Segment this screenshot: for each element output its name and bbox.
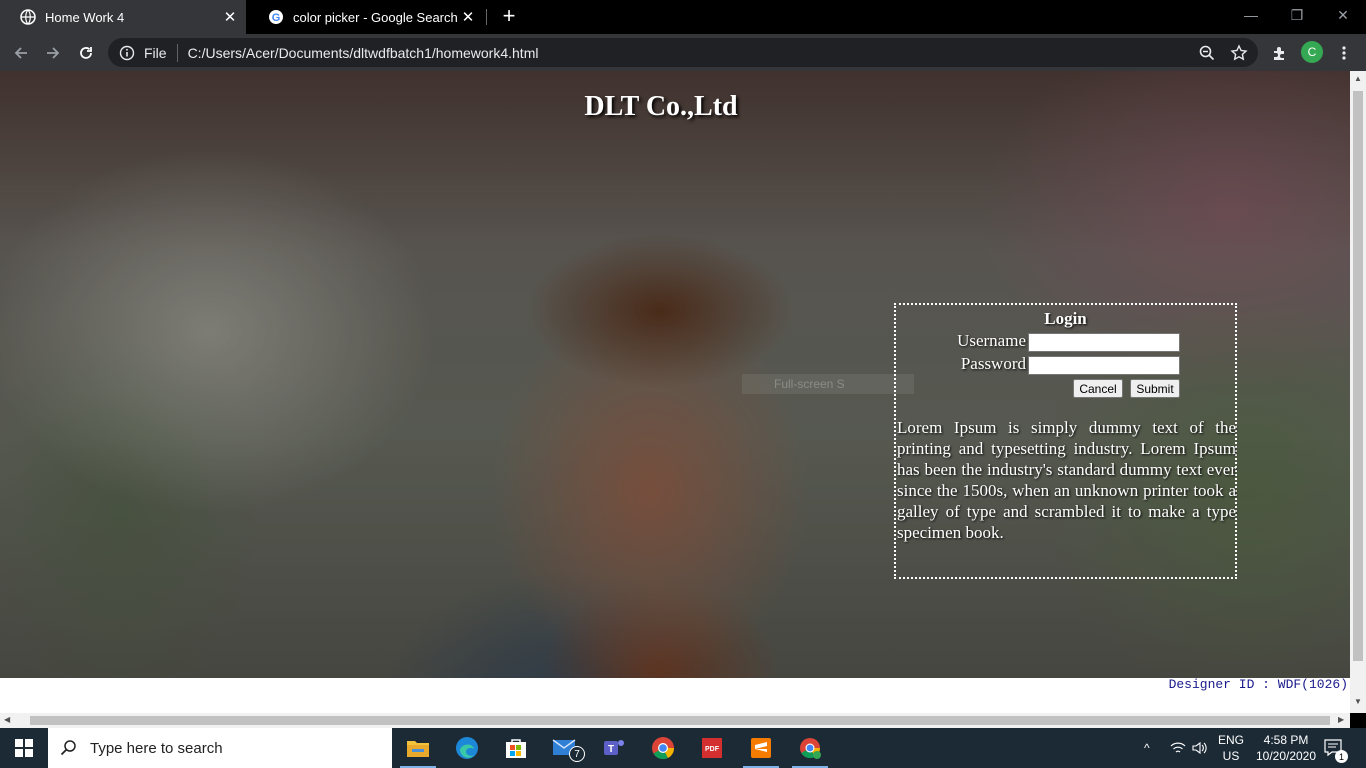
menu-kebab-icon[interactable]: [1331, 40, 1357, 66]
close-window-icon[interactable]: ✕: [1320, 0, 1366, 30]
zoom-icon[interactable]: [1198, 44, 1216, 62]
forward-icon[interactable]: [40, 40, 66, 66]
region-code: US: [1222, 749, 1240, 763]
info-icon[interactable]: [119, 45, 135, 61]
reload-icon[interactable]: [73, 40, 99, 66]
horizontal-scroll-thumb[interactable]: [30, 716, 1330, 725]
minimize-icon[interactable]: —: [1228, 0, 1274, 30]
close-tab-icon[interactable]: ✕: [220, 7, 240, 27]
address-url[interactable]: C:/Users/Acer/Documents/dltwdfbatch1/hom…: [188, 45, 539, 61]
language-code: ENG: [1218, 733, 1245, 747]
vertical-scroll-thumb[interactable]: [1353, 91, 1363, 661]
tab-title: color picker - Google Search: [293, 9, 458, 25]
tray-overflow-icon[interactable]: ^: [1144, 728, 1150, 768]
notification-icon[interactable]: 1: [1324, 728, 1348, 768]
volume-icon[interactable]: [1192, 728, 1208, 768]
clock-date: 10/20/2020: [1255, 749, 1317, 763]
taskbar: Type here to search 7 T PDF ^ ENG US 4:5…: [0, 728, 1366, 768]
clock[interactable]: 4:58 PM 10/20/2020: [1254, 728, 1318, 768]
globe-icon: [20, 9, 36, 25]
extensions-icon[interactable]: [1266, 40, 1292, 66]
bookmark-star-icon[interactable]: [1230, 44, 1248, 62]
hero-background-image: DLT Co.,Ltd Full-screen S Login Username…: [0, 71, 1350, 678]
chrome-profile-icon[interactable]: [786, 728, 834, 768]
close-tab-icon[interactable]: ✕: [458, 7, 478, 27]
back-icon[interactable]: [8, 40, 34, 66]
file-explorer-icon[interactable]: [394, 728, 442, 768]
username-input[interactable]: [1028, 333, 1180, 352]
browser-window: Home Work 4 ✕ G color picker - Google Se…: [0, 0, 1366, 768]
cancel-button[interactable]: Cancel: [1073, 379, 1123, 398]
network-icon[interactable]: [1170, 728, 1186, 768]
vertical-scrollbar[interactable]: ▲ ▼: [1350, 71, 1366, 713]
svg-text:G: G: [272, 12, 281, 24]
search-placeholder: Type here to search: [90, 739, 223, 757]
designer-id: Designer ID : WDF(1026): [1168, 677, 1348, 692]
tab-home-work-4[interactable]: Home Work 4 ✕: [0, 0, 246, 34]
search-icon: [60, 738, 80, 758]
scroll-left-icon[interactable]: ◀: [4, 715, 10, 724]
tab-strip: Home Work 4 ✕ G color picker - Google Se…: [0, 0, 1366, 34]
teams-icon[interactable]: T: [590, 728, 638, 768]
tab-color-picker[interactable]: G color picker - Google Search ✕: [248, 0, 484, 34]
password-label: Password: [960, 354, 1026, 373]
address-bar[interactable]: File C:/Users/Acer/Documents/dltwdfbatch…: [108, 38, 1258, 67]
svg-text:PDF: PDF: [705, 746, 720, 753]
language-indicator[interactable]: ENG US: [1218, 728, 1244, 768]
taskbar-search[interactable]: Type here to search: [48, 728, 392, 768]
address-scheme: File: [144, 44, 167, 61]
tab-title: Home Work 4: [45, 9, 125, 25]
scroll-right-icon[interactable]: ▶: [1338, 715, 1344, 724]
restore-icon[interactable]: ❐: [1274, 0, 1320, 30]
horizontal-scrollbar[interactable]: ◀ ▶: [0, 713, 1350, 728]
tab-separator: [486, 9, 487, 25]
lorem-paragraph: Lorem Ipsum is simply dummy text of the …: [897, 418, 1236, 542]
store-icon[interactable]: [492, 728, 540, 768]
scroll-down-icon[interactable]: ▼: [1354, 697, 1362, 706]
page-title: DLT Co.,Ltd: [584, 91, 738, 122]
pdf-icon[interactable]: PDF: [688, 728, 736, 768]
clock-time: 4:58 PM: [1263, 733, 1309, 747]
google-icon: G: [268, 9, 284, 25]
windows-start-icon[interactable]: [0, 728, 48, 768]
scroll-up-icon[interactable]: ▲: [1354, 74, 1362, 83]
chrome-icon[interactable]: [639, 728, 687, 768]
new-tab-icon[interactable]: +: [498, 5, 520, 27]
mail-badge: 7: [569, 746, 585, 762]
svg-text:T: T: [608, 744, 614, 755]
edge-icon[interactable]: [443, 728, 491, 768]
fullscreen-hint: Full-screen S: [742, 374, 914, 394]
username-label: Username: [957, 331, 1026, 350]
notification-count: 1: [1335, 750, 1348, 763]
browser-toolbar: File C:/Users/Acer/Documents/dltwdfbatch…: [0, 34, 1366, 71]
sublime-icon[interactable]: [737, 728, 785, 768]
password-input[interactable]: [1028, 356, 1180, 375]
page-viewport: DLT Co.,Ltd Full-screen S Login Username…: [0, 71, 1350, 713]
profile-avatar[interactable]: C: [1301, 41, 1323, 63]
address-divider: [176, 43, 178, 62]
login-heading: Login: [1044, 309, 1087, 328]
submit-button[interactable]: Submit: [1130, 379, 1180, 398]
login-panel: Login Username Password Cancel Submit Lo…: [894, 303, 1237, 579]
mail-icon[interactable]: 7: [541, 728, 589, 768]
